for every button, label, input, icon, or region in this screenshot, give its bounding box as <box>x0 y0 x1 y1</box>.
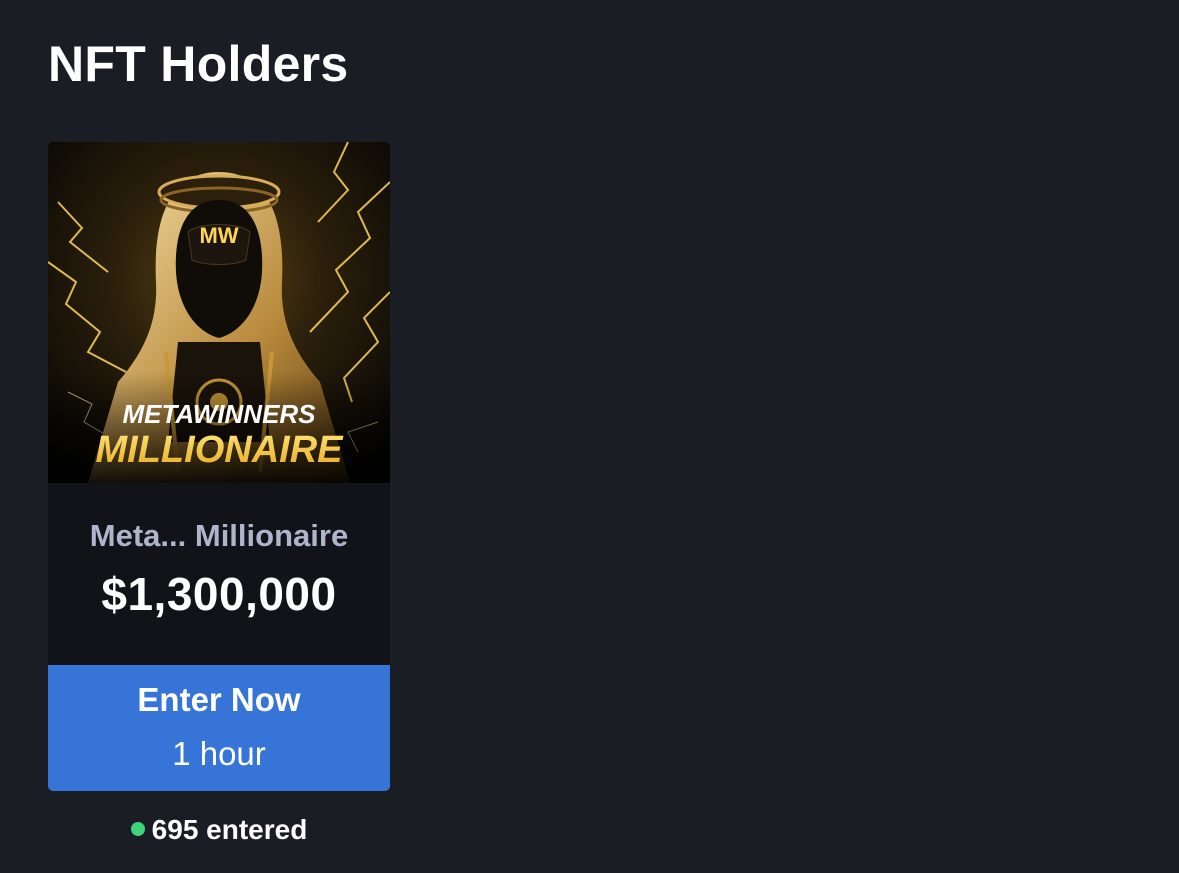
competition-title: Meta... Millionaire <box>89 518 349 553</box>
mw-logo-icon: MW <box>199 223 238 248</box>
competition-card[interactable]: MW METAWINNERS MILLIONAIRE Meta... Milli… <box>48 142 390 791</box>
time-remaining: 1 hour <box>172 735 266 772</box>
enter-now-button[interactable]: Enter Now 1 hour <box>48 665 390 791</box>
entered-count-label: 695 entered <box>151 814 308 845</box>
card-info: Meta... Millionaire $1,300,000 <box>48 483 390 665</box>
enter-now-label: Enter Now <box>137 681 301 718</box>
green-dot-icon <box>130 822 145 836</box>
image-title-line1: METAWINNERS <box>122 399 316 429</box>
prize-amount: $1,300,000 <box>101 568 337 620</box>
competition-artwork[interactable]: MW METAWINNERS MILLIONAIRE <box>48 142 390 483</box>
page-title: NFT Holders <box>48 36 349 92</box>
image-title-line2: MILLIONAIRE <box>96 429 345 471</box>
entered-count: 695 entered <box>48 814 390 846</box>
